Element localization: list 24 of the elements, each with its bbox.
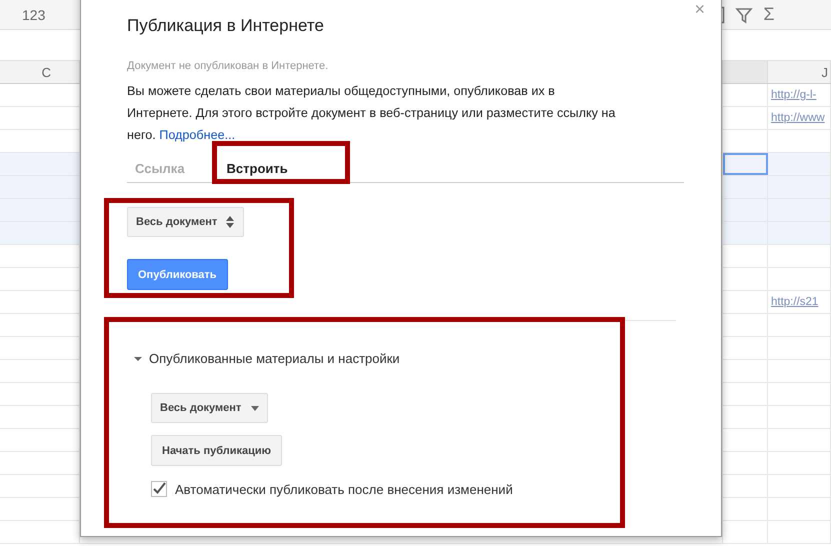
scope-select[interactable]: Весь документ: [127, 207, 244, 237]
link[interactable]: http://g-l-: [768, 89, 816, 101]
more-link[interactable]: Подробнее...: [159, 128, 236, 142]
dialog-title: Публикация в Интернете: [127, 15, 325, 37]
close-button[interactable]: ×: [694, 1, 705, 17]
publish-button[interactable]: Опубликовать: [127, 259, 228, 290]
link[interactable]: http://s21: [768, 296, 818, 308]
column-header[interactable]: J: [768, 61, 831, 83]
description-text: Вы можете сделать свои материалы общедоступными, опубликовав их в Интернете. Для этого встройте документ в веб-страницу или разместите ссылку на него. Подробнее...: [127, 83, 616, 144]
triangle-icon[interactable]: [133, 354, 143, 362]
updown-icon[interactable]: [225, 215, 236, 229]
section-toggle[interactable]: Опубликованные материалы и настройки: [149, 351, 400, 366]
link[interactable]: http://www: [768, 112, 825, 124]
tab[interactable]: Встроить: [226, 160, 288, 176]
caret-icon[interactable]: [251, 406, 260, 410]
start-publishing-button[interactable]: Начать публикацию: [151, 435, 282, 466]
selected-cell[interactable]: [723, 153, 768, 175]
checkbox-label: Автоматически публиковать после внесения изменений: [175, 482, 513, 496]
scope-select[interactable]: Весь документ: [151, 393, 268, 423]
filter-icon[interactable]: [735, 6, 754, 24]
checkbox[interactable]: [151, 481, 167, 497]
number-format-button[interactable]: 123: [22, 6, 46, 22]
sum-button[interactable]: Σ: [763, 4, 774, 25]
status-text: Документ не опубликован в Интернете.: [127, 60, 330, 72]
